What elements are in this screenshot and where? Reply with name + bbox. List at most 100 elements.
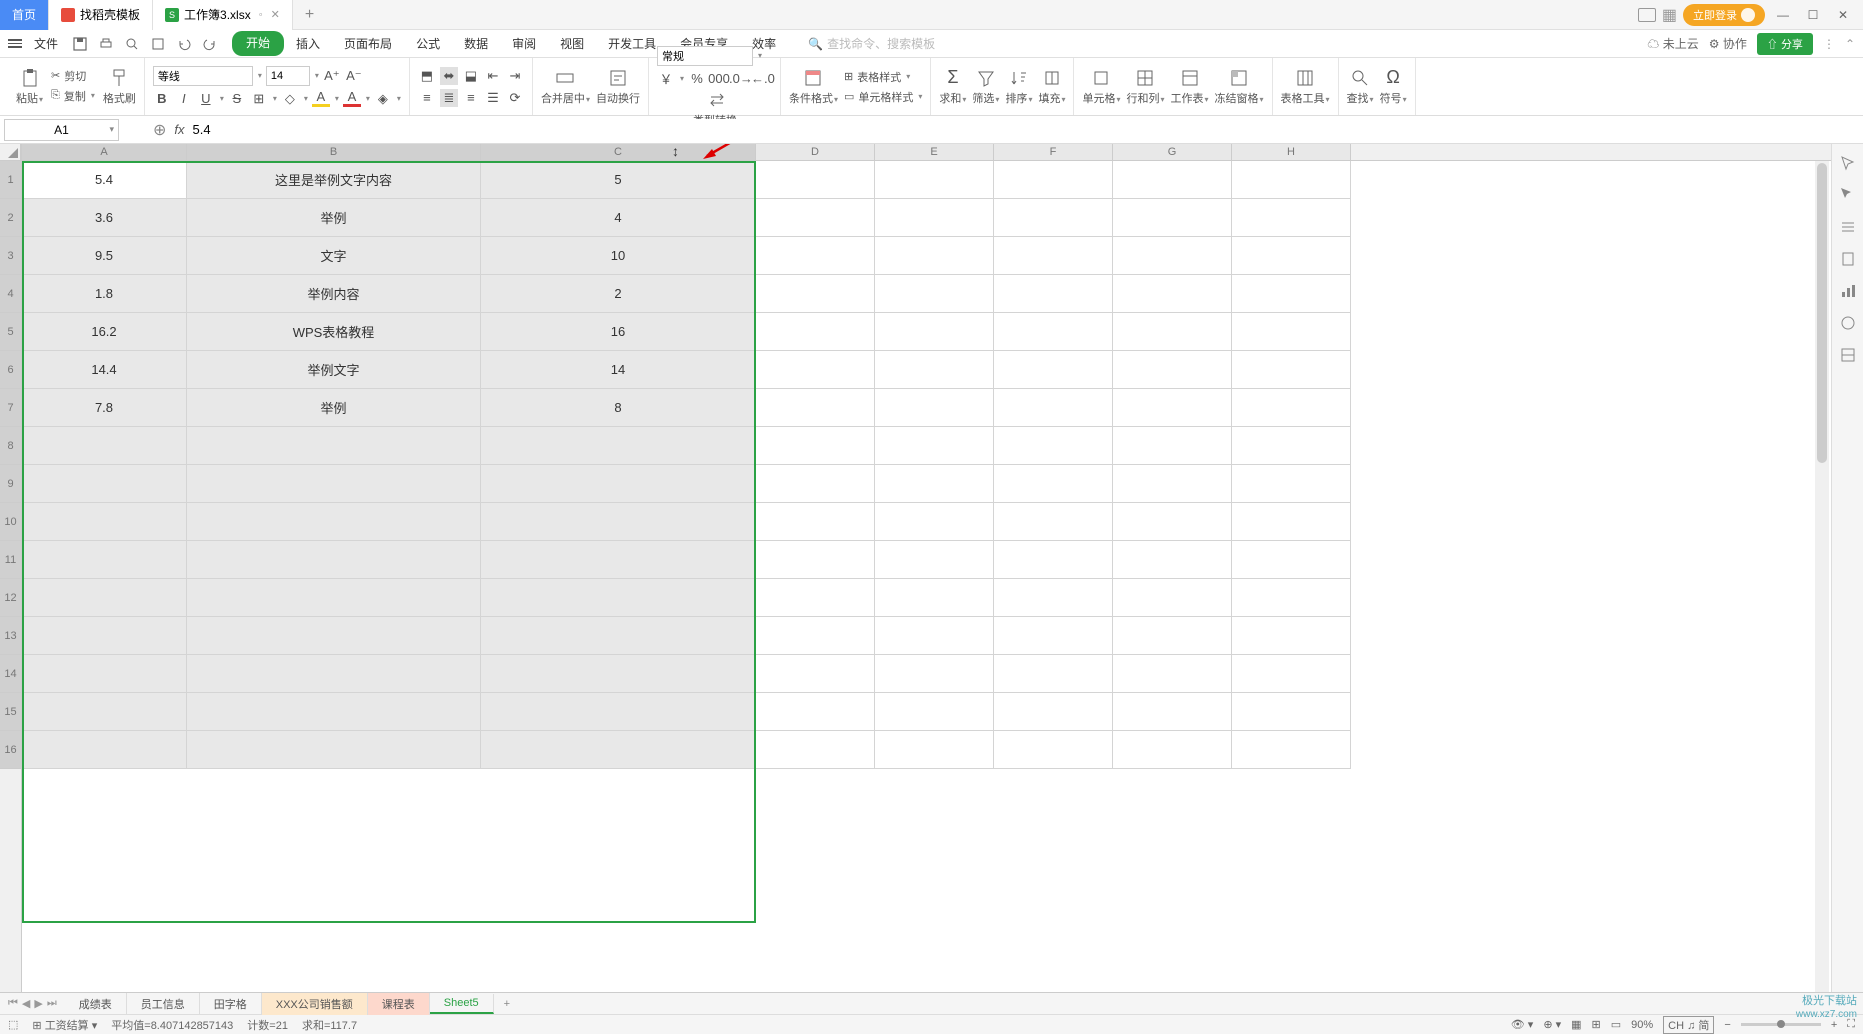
row-header[interactable]: 5 (0, 313, 21, 351)
cell[interactable] (756, 541, 875, 579)
zoom-slider[interactable] (1741, 1023, 1821, 1026)
paste-button[interactable]: 粘贴▾ (16, 68, 43, 106)
indent-increase-icon[interactable]: ⇥ (506, 67, 524, 85)
arrow-tool-icon[interactable] (1839, 186, 1857, 204)
cell[interactable]: 举例 (187, 199, 481, 237)
cell[interactable] (481, 617, 756, 655)
cell[interactable] (875, 199, 994, 237)
cell[interactable] (22, 693, 187, 731)
cell[interactable] (994, 275, 1113, 313)
cell[interactable] (875, 655, 994, 693)
border-button[interactable]: ⊞ (250, 90, 268, 108)
cell[interactable] (756, 465, 875, 503)
add-sheet-button[interactable]: + (494, 998, 520, 1010)
find-button[interactable]: 查找▾ (1347, 68, 1374, 106)
cell[interactable] (1232, 465, 1351, 503)
cell[interactable] (756, 275, 875, 313)
indent-decrease-icon[interactable]: ⇤ (484, 67, 502, 85)
copy-button[interactable]: ⎘复制▾ (51, 88, 95, 104)
cell[interactable] (994, 427, 1113, 465)
row-header[interactable]: 3 (0, 237, 21, 275)
menu-tab-layout[interactable]: 页面布局 (332, 31, 404, 56)
cell[interactable] (481, 579, 756, 617)
cell[interactable] (22, 731, 187, 769)
menu-tab-formula[interactable]: 公式 (404, 31, 452, 56)
cell[interactable] (187, 541, 481, 579)
file-menu[interactable]: 文件 (28, 35, 64, 52)
cell[interactable] (994, 731, 1113, 769)
cell[interactable] (22, 465, 187, 503)
cell[interactable] (756, 199, 875, 237)
cell[interactable] (1232, 579, 1351, 617)
increase-font-icon[interactable]: A⁺ (323, 67, 341, 85)
cell[interactable]: 10 (481, 237, 756, 275)
cloud-status[interactable]: ☁ 未上云 (1647, 35, 1698, 52)
cell[interactable] (994, 389, 1113, 427)
filter-button[interactable]: 筛选▾ (972, 68, 999, 106)
cell[interactable] (1232, 237, 1351, 275)
cell[interactable] (187, 655, 481, 693)
cell-button[interactable]: 单元格▾ (1082, 68, 1120, 106)
cell[interactable] (1232, 617, 1351, 655)
cell[interactable] (756, 655, 875, 693)
chart-tool-icon[interactable] (1839, 282, 1857, 300)
cell[interactable] (22, 579, 187, 617)
col-header-f[interactable]: F (994, 144, 1113, 160)
cell[interactable]: 举例 (187, 389, 481, 427)
cell[interactable] (481, 731, 756, 769)
cell[interactable] (875, 541, 994, 579)
close-button[interactable]: ✕ (1831, 3, 1855, 27)
ime-status[interactable]: CH ♫ 简 (1663, 1016, 1714, 1034)
sheet-tab-active[interactable]: Sheet5 (430, 994, 494, 1014)
sheet-tab[interactable]: 田字格 (200, 993, 262, 1015)
view-page-icon[interactable]: ⊞ (1592, 1018, 1601, 1031)
row-header[interactable]: 16 (0, 731, 21, 769)
status-mode-icon[interactable]: ⬚ (8, 1018, 18, 1031)
cell[interactable] (994, 351, 1113, 389)
cell[interactable] (756, 313, 875, 351)
cell[interactable] (756, 731, 875, 769)
currency-icon[interactable]: ￥ (657, 70, 675, 88)
cell[interactable] (1113, 503, 1232, 541)
tab-home[interactable]: 首页 (0, 0, 49, 30)
percent-icon[interactable]: % (688, 70, 706, 88)
highlight-color-button[interactable]: A (312, 91, 330, 107)
sort-button[interactable]: 排序▾ (1005, 68, 1032, 106)
select-tool-icon[interactable] (1839, 154, 1857, 172)
cell[interactable] (1113, 579, 1232, 617)
italic-button[interactable]: I (175, 90, 193, 108)
cell[interactable] (1113, 351, 1232, 389)
focus-icon[interactable]: ⊕ ▾ (1543, 1018, 1561, 1031)
row-header[interactable]: 12 (0, 579, 21, 617)
settings-tool-icon[interactable] (1839, 218, 1857, 236)
format-painter-button[interactable]: 格式刷 (103, 68, 136, 106)
cell[interactable] (994, 541, 1113, 579)
cell-style-button[interactable]: ▭单元格样式▾ (844, 89, 922, 105)
row-header[interactable]: 14 (0, 655, 21, 693)
cell[interactable] (875, 693, 994, 731)
cell[interactable]: 5.4 (22, 161, 187, 199)
cell[interactable] (1232, 427, 1351, 465)
row-header[interactable]: 10 (0, 503, 21, 541)
output-icon[interactable] (150, 36, 166, 52)
cell[interactable]: 4 (481, 199, 756, 237)
view-normal-icon[interactable]: ▦ (1571, 1018, 1581, 1031)
name-box[interactable]: A1▾ (4, 119, 119, 141)
cell[interactable] (1113, 427, 1232, 465)
cell[interactable] (875, 161, 994, 199)
collapse-ribbon-icon[interactable]: ⌃ (1845, 37, 1855, 51)
sheet-prev-icon[interactable]: ◀ (22, 997, 30, 1010)
cell[interactable] (875, 313, 994, 351)
cell[interactable] (875, 351, 994, 389)
view-custom-icon[interactable]: ▭ (1611, 1018, 1621, 1031)
cell[interactable] (994, 465, 1113, 503)
font-name-select[interactable] (153, 66, 253, 86)
cell[interactable] (187, 465, 481, 503)
undo-icon[interactable] (176, 36, 192, 52)
clear-format-button[interactable]: ◈ (374, 90, 392, 108)
cell[interactable] (875, 503, 994, 541)
zoom-in-icon[interactable]: + (1831, 1019, 1837, 1031)
row-header[interactable]: 8 (0, 427, 21, 465)
fill-dropdown[interactable]: ◇ (281, 90, 299, 108)
align-right-icon[interactable]: ≡ (462, 89, 480, 107)
